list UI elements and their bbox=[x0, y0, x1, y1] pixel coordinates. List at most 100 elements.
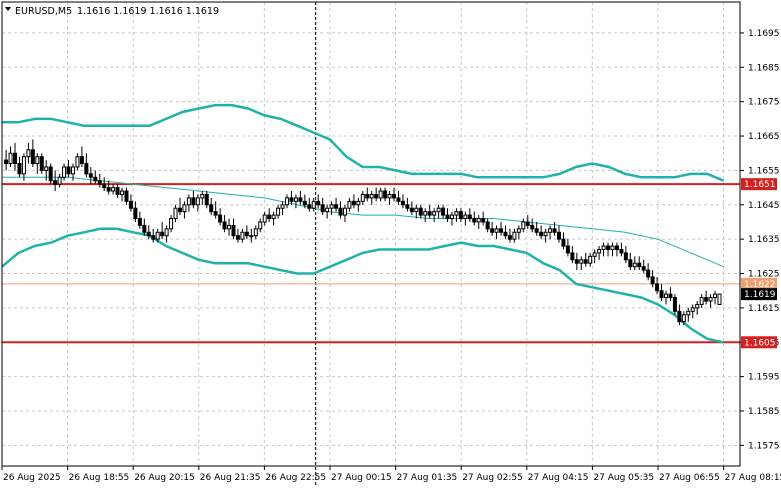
x-tick-label: 27 Aug 04:15 bbox=[528, 473, 589, 483]
candle bbox=[423, 208, 428, 222]
candle bbox=[574, 252, 579, 271]
candle-body bbox=[88, 173, 93, 178]
candle-body bbox=[285, 197, 290, 206]
candle bbox=[289, 191, 294, 205]
candle-body bbox=[97, 180, 102, 185]
candle-body bbox=[79, 156, 84, 165]
candle bbox=[26, 142, 31, 164]
candle-body bbox=[601, 245, 606, 250]
candle-body bbox=[409, 207, 414, 213]
candle bbox=[507, 228, 512, 243]
candle bbox=[432, 208, 437, 222]
candle bbox=[365, 187, 370, 202]
candle bbox=[360, 191, 365, 205]
candle-body bbox=[253, 228, 258, 237]
candle-body bbox=[418, 207, 423, 216]
candle-body bbox=[387, 193, 392, 199]
candle-body bbox=[378, 190, 383, 199]
candle bbox=[458, 208, 463, 222]
candle-body bbox=[392, 193, 397, 199]
candle bbox=[619, 242, 624, 257]
candle-body bbox=[632, 262, 637, 268]
candle bbox=[128, 194, 133, 212]
candle-body bbox=[668, 293, 673, 299]
candle bbox=[490, 221, 495, 236]
candle-body bbox=[490, 228, 495, 233]
candle-body bbox=[606, 245, 611, 250]
candle-body bbox=[619, 248, 624, 254]
candle-body bbox=[182, 204, 187, 213]
candle-body bbox=[320, 204, 325, 213]
candle-body bbox=[717, 293, 722, 305]
candle bbox=[21, 153, 26, 181]
candle-body bbox=[650, 276, 655, 285]
chart-canvas[interactable]: 1.1695 1.1685 1.1675 1.1665 1.1655 1.1645 1.16… bbox=[0, 0, 781, 489]
candle bbox=[441, 204, 446, 219]
axis-layer: 1.1695 1.1685 1.1675 1.1665 1.1655 1.1645 1.16… bbox=[1, 29, 781, 483]
candle bbox=[311, 197, 316, 212]
dropdown-arrow-icon[interactable] bbox=[5, 7, 11, 11]
candle bbox=[481, 211, 486, 226]
candle bbox=[632, 256, 637, 271]
candle bbox=[414, 204, 419, 219]
candle-body bbox=[231, 224, 236, 237]
candle bbox=[79, 146, 84, 167]
y-tick-label: 1.1675 bbox=[748, 98, 780, 108]
candle-body bbox=[93, 176, 98, 182]
candle-body bbox=[124, 190, 129, 202]
candle-body bbox=[663, 293, 668, 299]
candle-body bbox=[427, 211, 432, 216]
y-tick-label: 1.1575 bbox=[748, 441, 780, 451]
candle-body bbox=[244, 231, 249, 237]
candle-body bbox=[21, 156, 26, 175]
candle bbox=[280, 201, 285, 216]
candle bbox=[75, 153, 80, 171]
candle bbox=[570, 246, 575, 264]
candle-body bbox=[267, 214, 272, 220]
candle-body bbox=[565, 245, 570, 254]
candle bbox=[13, 142, 18, 171]
candle-body bbox=[191, 197, 196, 206]
candle-body bbox=[360, 193, 365, 202]
candle-body bbox=[579, 259, 584, 264]
candle-body bbox=[195, 197, 200, 206]
candle-body bbox=[628, 259, 633, 268]
candle bbox=[539, 225, 544, 240]
candle bbox=[8, 146, 13, 167]
resistance-price-tag: 1.1651 bbox=[741, 178, 777, 191]
candle bbox=[164, 225, 169, 243]
candle bbox=[209, 197, 214, 216]
candle bbox=[169, 215, 174, 233]
candle bbox=[646, 263, 651, 281]
candle bbox=[383, 187, 388, 202]
candle bbox=[690, 304, 695, 319]
candle bbox=[543, 228, 548, 243]
candle bbox=[659, 283, 664, 302]
candle bbox=[253, 225, 258, 240]
candle-body bbox=[467, 214, 472, 220]
candle bbox=[708, 294, 713, 308]
candle bbox=[400, 194, 405, 209]
candle-body bbox=[610, 245, 615, 250]
candle-body bbox=[548, 228, 553, 233]
candle-body bbox=[597, 248, 602, 254]
candle bbox=[713, 290, 718, 305]
candle bbox=[641, 259, 646, 274]
candle-body bbox=[485, 221, 490, 230]
candle bbox=[418, 204, 423, 219]
candle-body bbox=[258, 221, 263, 230]
candle-body bbox=[503, 231, 508, 237]
candle bbox=[436, 204, 441, 219]
frame-layer bbox=[1, 1, 741, 467]
candle-body bbox=[561, 238, 566, 247]
price-chart[interactable]: 1.1695 1.1685 1.1675 1.1665 1.1655 1.1645 1.16… bbox=[0, 0, 781, 489]
candle-body bbox=[209, 204, 214, 213]
candle bbox=[240, 228, 245, 243]
candle-body bbox=[539, 231, 544, 237]
candle-body bbox=[151, 235, 156, 240]
candle-body bbox=[249, 235, 254, 238]
y-tick-label: 1.1655 bbox=[748, 166, 780, 176]
candle-body bbox=[57, 176, 62, 185]
candle bbox=[102, 177, 107, 192]
candle-body bbox=[298, 197, 303, 202]
